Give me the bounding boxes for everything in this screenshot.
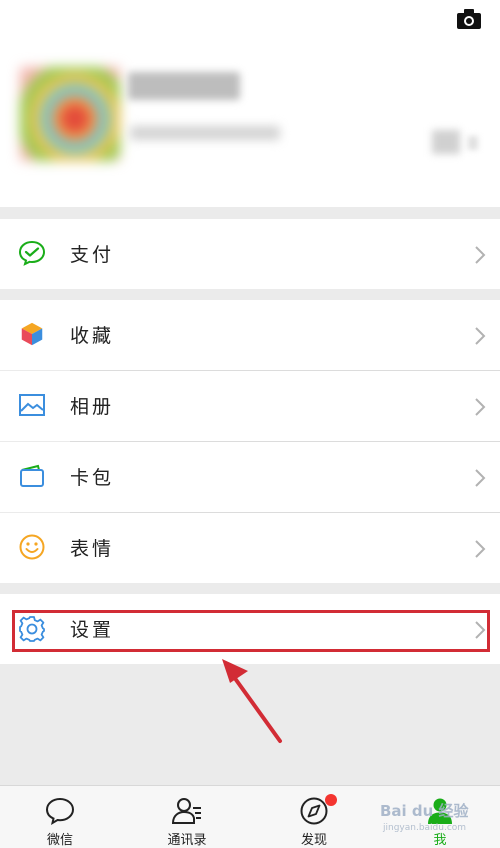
chevron-right-icon <box>475 540 486 558</box>
chevron-right-icon <box>475 469 486 487</box>
tab-chats[interactable]: 微信 <box>10 786 110 848</box>
profile-header[interactable] <box>0 0 500 207</box>
watermark: Bai du 经验 <box>380 802 469 820</box>
avatar[interactable] <box>20 67 120 161</box>
tab-label: 微信 <box>46 833 73 848</box>
tab-contacts[interactable]: 通讯录 <box>137 786 237 848</box>
menu-item-stickers[interactable]: 表情 <box>0 513 500 583</box>
tab-label: 发现 <box>300 833 327 848</box>
menu-item-label: 相册 <box>70 396 115 418</box>
menu-item-label: 卡包 <box>70 467 115 489</box>
menu-item-pay[interactable]: 支付 <box>0 219 500 289</box>
menu-item-album[interactable]: 相册 <box>0 371 500 441</box>
chevron-right-icon <box>475 398 486 416</box>
menu-item-favorites[interactable]: 收藏 <box>0 300 500 370</box>
profile-name-redacted <box>128 72 240 100</box>
camera-icon[interactable] <box>456 8 482 30</box>
menu-item-label: 表情 <box>70 538 115 560</box>
menu-item-label: 支付 <box>70 244 115 266</box>
tab-discover[interactable]: 发现 <box>264 786 364 848</box>
chevron-right-icon <box>475 327 486 345</box>
tab-label: 通讯录 <box>167 833 207 848</box>
album-icon <box>19 394 45 416</box>
pay-icon <box>18 240 46 266</box>
notification-badge <box>325 794 337 806</box>
chats-icon <box>45 797 75 826</box>
cards-icon <box>20 464 44 487</box>
menu-item-cards[interactable]: 卡包 <box>0 442 500 512</box>
chevron-right-icon <box>475 246 486 264</box>
annotation-arrow-icon <box>222 659 282 743</box>
contacts-icon <box>171 798 201 824</box>
stickers-icon <box>19 534 45 560</box>
settings-highlight-box <box>12 610 490 652</box>
menu-item-label: 收藏 <box>70 325 115 347</box>
watermark-url: jingyan.baidu.com <box>383 823 467 833</box>
chevron-right-icon <box>468 136 478 150</box>
qr-code-icon[interactable] <box>432 130 460 154</box>
favorites-icon <box>20 321 44 347</box>
profile-id-redacted <box>130 126 280 140</box>
